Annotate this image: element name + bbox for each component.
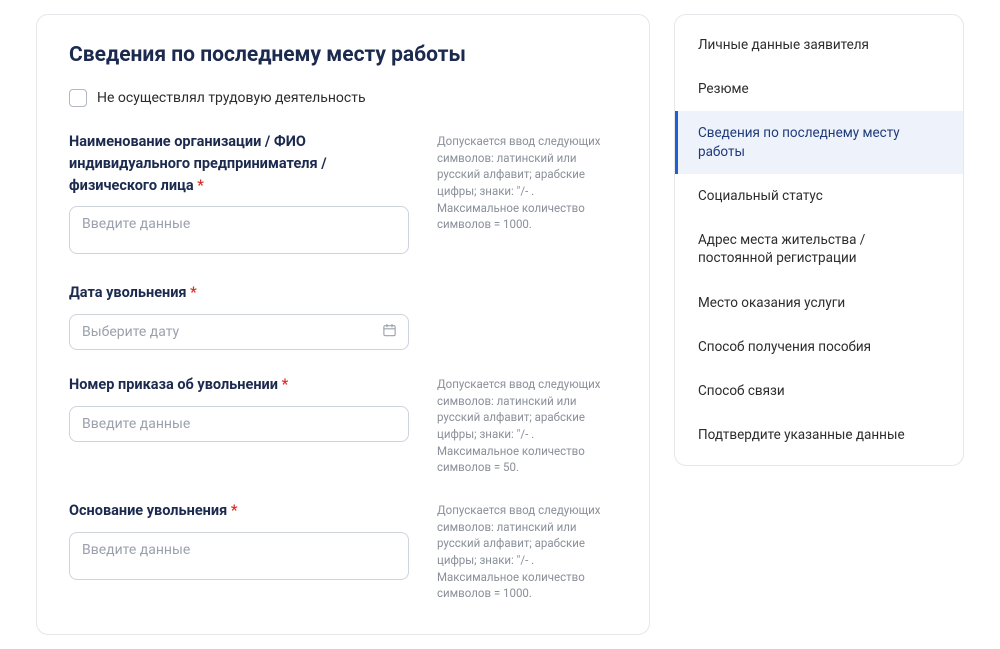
sidebar-item-address[interactable]: Адрес места жительства / постоянной реги… [675,218,963,280]
org-input[interactable] [69,206,409,254]
date-label-text: Дата увольнения [69,284,187,301]
no-employment-checkbox[interactable] [69,89,87,107]
sidebar-item-label: Социальный статус [698,188,823,204]
date-row: Дата увольнения * [69,282,617,350]
reason-input[interactable] [69,532,409,580]
order-label: Номер приказа об увольнении * [69,374,409,396]
sidebar-item-serviceloc[interactable]: Место оказания услуги [675,281,963,325]
date-label: Дата увольнения * [69,282,409,304]
sidebar: Личные данные заявителя Резюме Сведения … [674,14,964,466]
required-mark: * [231,502,238,519]
sidebar-item-social[interactable]: Социальный статус [675,174,963,218]
sidebar-item-label: Сведения по последнему месту работы [698,125,900,159]
no-employment-label: Не осуществлял трудовую деятельность [97,90,366,106]
form-card: Сведения по последнему месту работы Не о… [36,14,650,635]
org-hint: Допускается ввод следующих символов: лат… [437,133,617,233]
sidebar-item-label: Подтвердите указанные данные [698,427,905,443]
page-title: Сведения по последнему месту работы [69,43,617,67]
org-row: Наименование организации / ФИО индивидуа… [69,131,617,258]
reason-label: Основание увольнения * [69,500,409,522]
no-employment-row: Не осуществлял трудовую деятельность [69,89,617,107]
sidebar-item-label: Способ получения пособия [698,339,871,355]
required-mark: * [197,177,204,194]
sidebar-item-label: Личные данные заявителя [698,37,869,53]
date-input[interactable] [69,314,409,350]
sidebar-item-lastjob[interactable]: Сведения по последнему месту работы [675,111,963,173]
order-input[interactable] [69,406,409,442]
sidebar-item-benefit[interactable]: Способ получения пособия [675,325,963,369]
sidebar-item-label: Резюме [698,81,749,97]
order-row: Номер приказа об увольнении * Допускаетс… [69,374,617,476]
order-hint: Допускается ввод следующих символов: лат… [437,376,617,476]
org-label: Наименование организации / ФИО индивидуа… [69,131,409,196]
required-mark: * [282,376,289,393]
reason-hint: Допускается ввод следующих символов: лат… [437,502,617,602]
reason-label-text: Основание увольнения [69,502,227,519]
sidebar-item-label: Место оказания услуги [698,295,845,311]
reason-row: Основание увольнения * Допускается ввод … [69,500,617,602]
sidebar-item-resume[interactable]: Резюме [675,67,963,111]
sidebar-item-label: Способ связи [698,383,785,399]
sidebar-item-label: Адрес места жительства / постоянной реги… [698,232,865,266]
required-mark: * [190,284,197,301]
sidebar-item-personal[interactable]: Личные данные заявителя [675,23,963,67]
sidebar-item-contact[interactable]: Способ связи [675,369,963,413]
order-label-text: Номер приказа об увольнении [69,376,278,393]
sidebar-item-confirm[interactable]: Подтвердите указанные данные [675,413,963,457]
